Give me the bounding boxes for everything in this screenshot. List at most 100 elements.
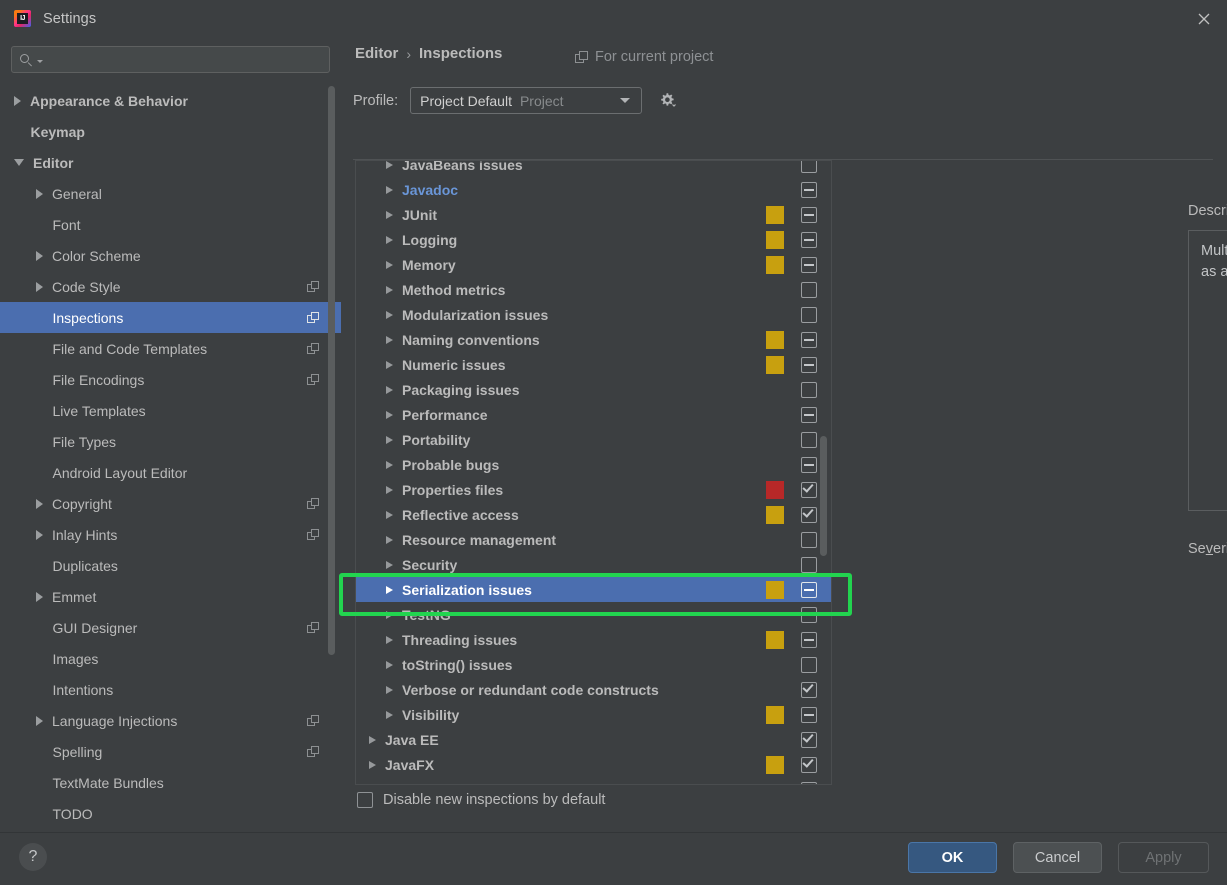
inspection-row-javadoc[interactable]: Javadoc [356,177,831,202]
sidebar-search-input[interactable] [43,52,329,67]
inspection-checkbox[interactable] [801,480,817,498]
close-icon[interactable] [1180,0,1227,37]
inspection-row-javabeans-issues[interactable]: JavaBeans issues [356,161,831,177]
sidebar-item-duplicates[interactable]: Duplicates [0,550,341,581]
chevron-right-icon[interactable] [14,95,21,106]
inspection-checkbox[interactable] [801,755,817,773]
chevron-right-icon[interactable] [386,435,393,444]
inspection-row-serialization-issues[interactable]: Serialization issues [356,577,831,602]
inspection-checkbox[interactable] [801,680,817,698]
sidebar-item-color-scheme[interactable]: Color Scheme [0,240,341,271]
gear-icon[interactable] [657,91,677,111]
chevron-right-icon[interactable] [386,185,393,194]
inspection-row-security[interactable]: Security [356,552,831,577]
inspection-row-performance[interactable]: Performance [356,402,831,427]
chevron-right-icon[interactable] [36,281,43,292]
sidebar-item-copyright[interactable]: Copyright [0,488,341,519]
severity-color-swatch[interactable] [766,230,784,249]
inspection-checkbox[interactable] [801,406,817,423]
chevron-right-icon[interactable] [386,385,393,394]
sidebar-item-file-types[interactable]: File Types [0,426,341,457]
inspection-row-tostring-issues[interactable]: toString() issues [356,652,831,677]
inspection-row-numeric-issues[interactable]: Numeric issues [356,352,831,377]
inspection-row-properties-files[interactable]: Properties files [356,477,831,502]
sidebar-item-images[interactable]: Images [0,643,341,674]
inspection-checkbox[interactable] [801,505,817,523]
profile-select[interactable]: Project Default Project [410,87,643,114]
inspection-row-testng[interactable]: TestNG [356,602,831,627]
cancel-button[interactable]: Cancel [1013,842,1102,873]
inspection-row-junit[interactable]: JUnit [356,202,831,227]
sidebar-item-intentions[interactable]: Intentions [0,674,341,705]
chevron-right-icon[interactable] [386,285,393,294]
sidebar-item-inlay-hints[interactable]: Inlay Hints [0,519,341,550]
severity-color-swatch[interactable] [766,505,784,524]
chevron-right-icon[interactable] [386,161,393,169]
inspection-row-naming-conventions[interactable]: Naming conventions [356,327,831,352]
inspection-checkbox[interactable] [801,631,817,648]
sidebar-item-code-style[interactable]: Code Style [0,271,341,302]
inspection-checkbox[interactable] [801,181,817,198]
chevron-right-icon[interactable] [36,529,43,540]
sidebar-search-box[interactable] [11,46,330,73]
chevron-right-icon[interactable] [386,360,393,369]
inspection-row-portability[interactable]: Portability [356,427,831,452]
inspection-checkbox[interactable] [801,581,817,598]
breadcrumb-item-editor[interactable]: Editor [355,45,398,62]
severity-color-swatch[interactable] [766,705,784,724]
sidebar-item-live-templates[interactable]: Live Templates [0,395,341,426]
inspection-checkbox[interactable] [801,306,817,323]
inspection-row-clipped[interactable] [356,777,831,784]
inspection-checkbox[interactable] [801,206,817,223]
inspection-row-packaging-issues[interactable]: Packaging issues [356,377,831,402]
chevron-right-icon[interactable] [386,210,393,219]
chevron-right-icon[interactable] [369,760,376,769]
chevron-right-icon[interactable] [386,660,393,669]
sidebar-item-file-encodings[interactable]: File Encodings [0,364,341,395]
severity-color-swatch[interactable] [766,355,784,374]
inspection-checkbox[interactable] [801,161,817,173]
chevron-right-icon[interactable] [386,535,393,544]
inspection-checkbox[interactable] [801,606,817,623]
inspection-row-resource-management[interactable]: Resource management [356,527,831,552]
inspection-checkbox[interactable] [801,656,817,673]
inspection-row-reflective-access[interactable]: Reflective access [356,502,831,527]
inspection-checkbox[interactable] [801,381,817,398]
sidebar-item-file-and-code-templates[interactable]: File and Code Templates [0,333,341,364]
chevron-right-icon[interactable] [386,585,393,594]
inspection-row-verbose-or-redundant-code-constructs[interactable]: Verbose or redundant code constructs [356,677,831,702]
sidebar-item-gui-designer[interactable]: GUI Designer [0,612,341,643]
chevron-right-icon[interactable] [36,591,43,602]
severity-color-swatch[interactable] [766,330,784,349]
inspection-checkbox[interactable] [801,531,817,548]
sidebar-item-language-injections[interactable]: Language Injections [0,705,341,736]
sidebar-item-appearance-behavior[interactable]: Appearance & Behavior [0,85,341,116]
sidebar-item-editor[interactable]: Editor [0,147,341,178]
severity-color-swatch[interactable] [766,580,784,599]
chevron-right-icon[interactable] [36,715,43,726]
chevron-right-icon[interactable] [386,410,393,419]
chevron-right-icon[interactable] [386,560,393,569]
inspection-row-threading-issues[interactable]: Threading issues [356,627,831,652]
sidebar-item-keymap[interactable]: Keymap [0,116,341,147]
inspection-row-javafx[interactable]: JavaFX [356,752,831,777]
inspection-checkbox[interactable] [801,556,817,573]
chevron-right-icon[interactable] [386,685,393,694]
inspection-checkbox[interactable] [801,231,817,248]
chevron-right-icon[interactable] [386,510,393,519]
inspection-checkbox[interactable] [801,331,817,348]
sidebar-item-todo[interactable]: TODO [0,798,341,829]
severity-color-swatch[interactable] [766,205,784,224]
sidebar-item-inspections[interactable]: Inspections [0,302,341,333]
inspection-row-visibility[interactable]: Visibility [356,702,831,727]
ok-button[interactable]: OK [908,842,997,873]
inspection-checkbox[interactable] [801,256,817,273]
chevron-right-icon[interactable] [36,188,43,199]
inspection-row-memory[interactable]: Memory [356,252,831,277]
inspection-row-modularization-issues[interactable]: Modularization issues [356,302,831,327]
chevron-right-icon[interactable] [386,460,393,469]
sidebar-item-font[interactable]: Font [0,209,341,240]
disable-new-inspections-row[interactable]: Disable new inspections by default [357,792,605,808]
inspection-checkbox[interactable] [801,356,817,373]
chevron-right-icon[interactable] [386,260,393,269]
